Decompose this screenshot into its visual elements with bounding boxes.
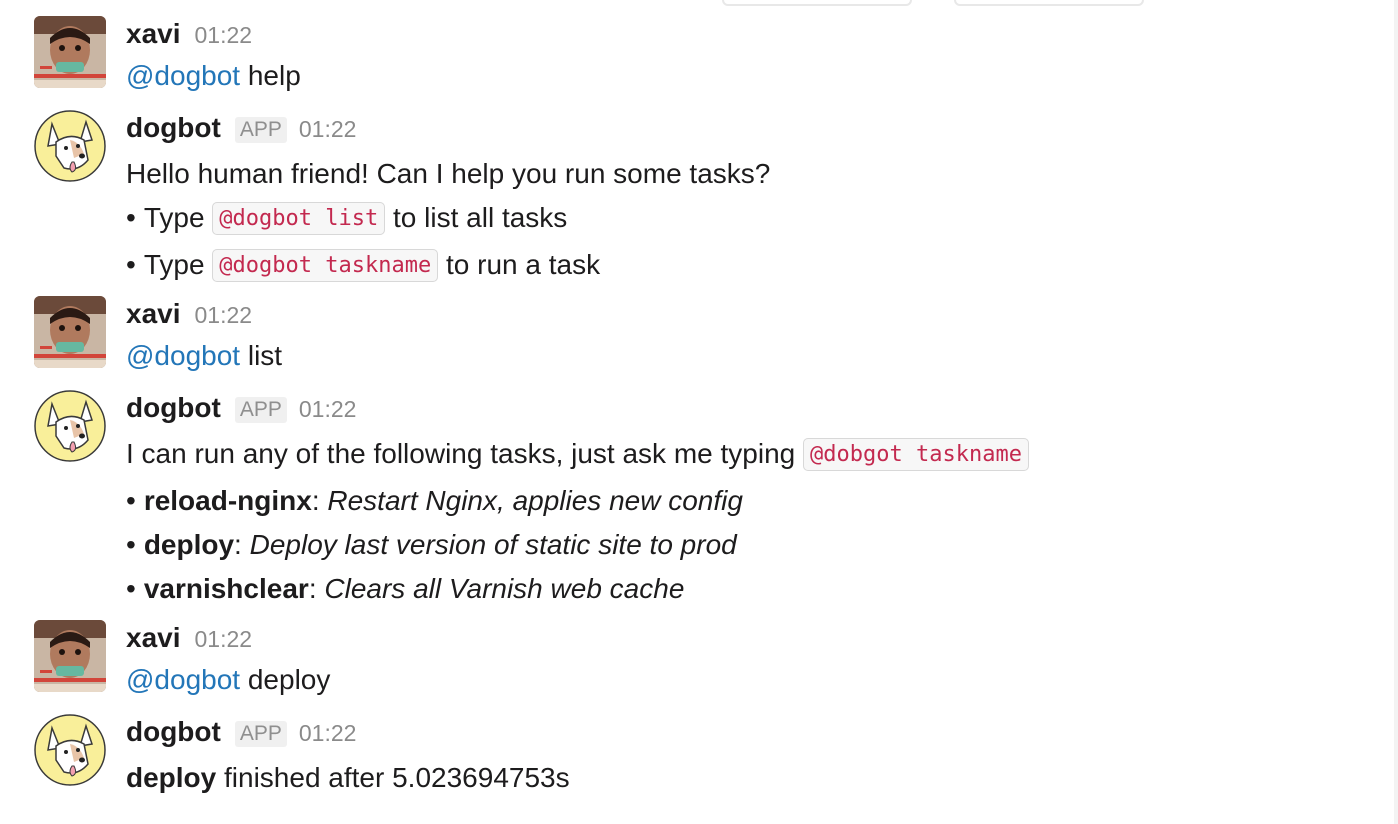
list-item: • Type @dogbot list to list all tasks xyxy=(126,196,770,243)
username[interactable]: xavi xyxy=(126,622,181,654)
message-body: deploy finished after 5.023694753s xyxy=(126,756,570,800)
avatar-xavi[interactable] xyxy=(34,296,106,368)
avatar-dogbot[interactable] xyxy=(34,110,106,182)
app-badge: APP xyxy=(234,117,287,143)
xavi-photo-icon xyxy=(34,16,106,88)
message-body: I can run any of the following tasks, ju… xyxy=(126,432,1029,611)
username[interactable]: dogbot xyxy=(126,112,221,144)
scrollbar-track[interactable] xyxy=(1394,0,1398,824)
message-header: dogbot APP 01:22 xyxy=(126,716,356,750)
bullet-suffix: to run a task xyxy=(446,249,601,280)
avatar-xavi[interactable] xyxy=(34,620,106,692)
timestamp[interactable]: 01:22 xyxy=(299,116,357,143)
bullet: • xyxy=(126,573,136,604)
timestamp[interactable]: 01:22 xyxy=(195,302,253,329)
message-header: dogbot APP 01:22 xyxy=(126,392,356,426)
bullet: • xyxy=(126,529,136,560)
message-header: xavi 01:22 xyxy=(126,622,252,656)
task-name: reload-nginx xyxy=(143,485,312,516)
bullet-prefix: Type xyxy=(143,202,205,233)
message-body: @dogbot list xyxy=(126,334,282,378)
avatar-dogbot[interactable] xyxy=(34,714,106,786)
avatar-dogbot[interactable] xyxy=(34,390,106,462)
task-name: deploy xyxy=(143,529,235,560)
username[interactable]: dogbot xyxy=(126,716,221,748)
list-item: • varnishclear: Clears all Varnish web ca… xyxy=(126,573,685,604)
bullet: • xyxy=(126,249,136,280)
message-body: @dogbot help xyxy=(126,54,301,98)
message-intro: I can run any of the following tasks, ju… xyxy=(126,432,1029,479)
mention-link[interactable]: @dogbot xyxy=(126,60,240,91)
task-description: Restart Nginx, applies new config xyxy=(327,485,743,516)
timestamp[interactable]: 01:22 xyxy=(299,396,357,423)
timestamp[interactable]: 01:22 xyxy=(195,22,253,49)
message-text: deploy xyxy=(247,664,331,695)
message-text: help xyxy=(247,60,301,91)
app-badge: APP xyxy=(234,721,287,747)
result-text: finished after 5.023694753s xyxy=(224,762,570,793)
xavi-photo-icon xyxy=(34,620,106,692)
inline-code: @dogbot list xyxy=(212,202,386,235)
inline-code: @dogbot taskname xyxy=(212,249,439,282)
message-text: list xyxy=(247,340,283,371)
timestamp[interactable]: 01:22 xyxy=(195,626,253,653)
intro-text: I can run any of the following tasks, ju… xyxy=(126,438,796,469)
timestamp[interactable]: 01:22 xyxy=(299,720,357,747)
message-body: @dogbot deploy xyxy=(126,658,330,702)
top-tab-2 xyxy=(954,0,1144,6)
inline-code: @dobgot taskname xyxy=(803,438,1029,471)
username[interactable]: xavi xyxy=(126,298,181,330)
bullet-suffix: to list all tasks xyxy=(393,202,568,233)
bullet: • xyxy=(126,485,136,516)
task-description: Clears all Varnish web cache xyxy=(324,573,685,604)
dog-face-icon xyxy=(34,390,106,462)
bullet-prefix: Type xyxy=(143,249,205,280)
dog-face-icon xyxy=(34,110,106,182)
top-tab-1 xyxy=(722,0,912,6)
message-intro: Hello human friend! Can I help you run s… xyxy=(126,158,771,189)
list-item: • deploy: Deploy last version of static s… xyxy=(126,529,737,560)
list-item: • reload-nginx: Restart Nginx, applies ne… xyxy=(126,485,743,516)
xavi-photo-icon xyxy=(34,296,106,368)
mention-link[interactable]: @dogbot xyxy=(126,340,240,371)
avatar-xavi[interactable] xyxy=(34,16,106,88)
app-badge: APP xyxy=(234,397,287,423)
message-header: xavi 01:22 xyxy=(126,18,252,52)
message-body: Hello human friend! Can I help you run s… xyxy=(126,152,770,290)
bullet: • xyxy=(126,202,136,233)
message-header: dogbot APP 01:22 xyxy=(126,112,356,146)
message-header: xavi 01:22 xyxy=(126,298,252,332)
dog-face-icon xyxy=(34,714,106,786)
list-item: • Type @dogbot taskname to run a task xyxy=(126,243,770,290)
result-task-name: deploy xyxy=(126,762,217,793)
username[interactable]: dogbot xyxy=(126,392,221,424)
username[interactable]: xavi xyxy=(126,18,181,50)
mention-link[interactable]: @dogbot xyxy=(126,664,240,695)
task-name: varnishclear xyxy=(143,573,309,604)
task-description: Deploy last version of static site to pr… xyxy=(249,529,737,560)
